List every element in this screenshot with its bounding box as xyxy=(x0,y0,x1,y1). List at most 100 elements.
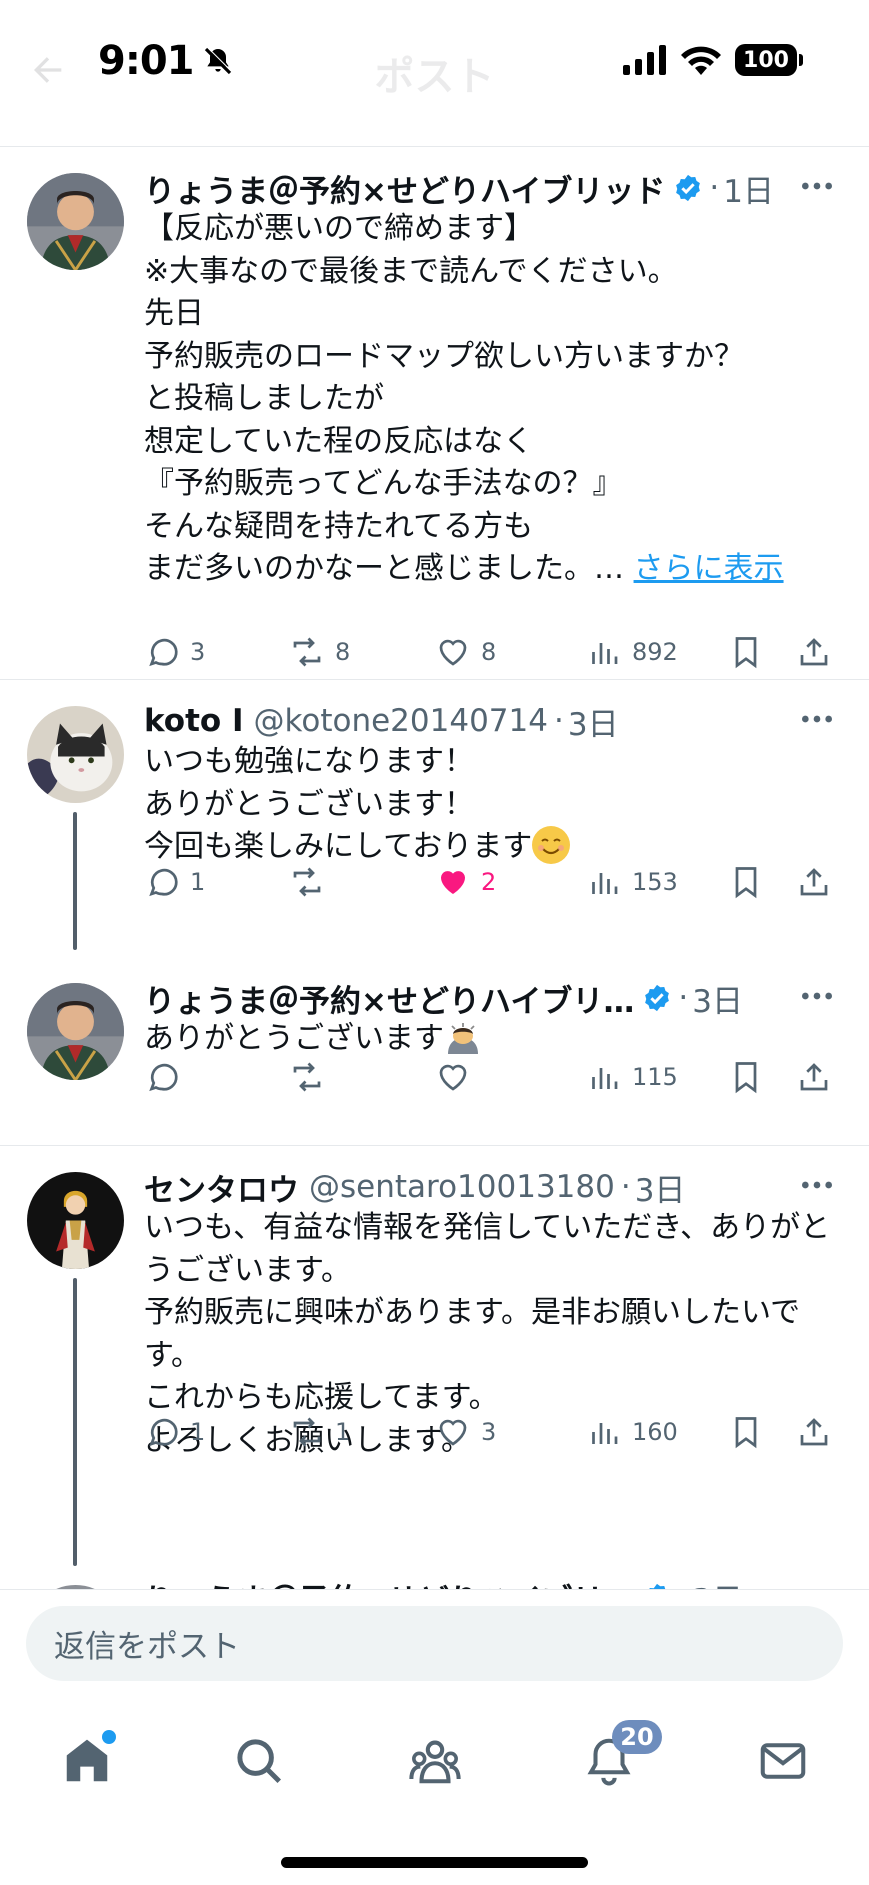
bookmark-button[interactable] xyxy=(728,1053,764,1101)
post-date[interactable]: 3日 xyxy=(568,699,619,744)
post-content: りょうま＠予約×せどりハイブリッド · 1日 【反応が悪いので締めます】 ※大事… xyxy=(144,166,847,591)
reply-button[interactable]: 1 xyxy=(144,1408,205,1456)
bookmark-button[interactable] xyxy=(728,628,764,676)
post-text-body: 【反応が悪いので締めます】 ※大事なので最後まで読んでください。 先日 予約販売… xyxy=(144,211,744,586)
post-date[interactable]: 3日 xyxy=(635,1165,686,1210)
share-button[interactable] xyxy=(796,1053,832,1101)
like-count: 3 xyxy=(481,1418,497,1446)
post-content: りょうま＠予約×せどりハイブリ… · 3日 xyxy=(144,1575,847,1589)
communities-icon xyxy=(409,1740,461,1784)
tab-messages[interactable] xyxy=(748,1726,818,1796)
reply-button[interactable]: 1 xyxy=(144,858,205,906)
author-name[interactable]: koto I xyxy=(144,703,244,739)
like-button[interactable]: 2 xyxy=(435,858,496,906)
post-text-body: いつも勉強になります！ ありがとうございます！ 今回も楽しみにしております xyxy=(144,744,533,864)
reply-button[interactable]: 3 xyxy=(144,628,205,676)
views-button[interactable]: 153 xyxy=(586,858,678,906)
bookmark-icon xyxy=(735,1417,757,1449)
reply-count: 1 xyxy=(190,868,206,896)
repost-button[interactable]: 1 xyxy=(289,1408,350,1456)
reply-count: 3 xyxy=(190,638,206,666)
share-button[interactable] xyxy=(796,1408,832,1456)
reply-count: 1 xyxy=(190,1418,206,1446)
view-count: 153 xyxy=(632,868,678,896)
repost-button[interactable] xyxy=(289,1053,335,1101)
reply-post[interactable]: りょうま＠予約×せどりハイブリ… · 3日 ありがとうございます 115 xyxy=(0,957,869,1127)
views-button[interactable]: 160 xyxy=(586,1408,678,1456)
verified-badge-icon xyxy=(676,174,701,202)
share-button[interactable] xyxy=(796,628,832,676)
status-time-text: 9:01 xyxy=(98,38,194,84)
tab-home[interactable] xyxy=(52,1726,122,1796)
author-name[interactable]: りょうま＠予約×せどりハイブリ… xyxy=(144,976,634,1021)
cellular-signal-icon xyxy=(623,45,666,75)
reply-post[interactable]: koto I @kotone20140714 · 3日 いつも勉強になります！ … xyxy=(0,680,869,950)
status-time: 9:01 xyxy=(98,38,234,84)
repost-icon xyxy=(293,1417,321,1447)
more-options-icon[interactable] xyxy=(797,976,837,1016)
unread-dot xyxy=(102,1730,116,1744)
reply-thread[interactable]: りょうま＠予約×せどりハイブリッド · 1日 【反応が悪いので締めます】 ※大事… xyxy=(0,147,869,1589)
bookmark-button[interactable] xyxy=(728,858,764,906)
post-date[interactable]: 3日 xyxy=(692,976,743,1021)
reply-post-partial[interactable]: りょうま＠予約×せどりハイブリ… · 3日 xyxy=(0,1575,869,1589)
author-name[interactable]: りょうま＠予約×せどりハイブリッド xyxy=(144,166,665,211)
heart-icon xyxy=(439,1419,467,1446)
avatar[interactable] xyxy=(27,983,124,1080)
like-button[interactable]: 8 xyxy=(435,628,496,676)
bowing-person-emoji-icon xyxy=(444,1018,482,1056)
author-handle[interactable]: @kotone20140714 xyxy=(254,703,548,739)
bookmark-button[interactable] xyxy=(728,1408,764,1456)
wifi-icon xyxy=(681,46,721,75)
post-content: koto I @kotone20140714 · 3日 いつも勉強になります！ … xyxy=(144,699,847,869)
more-options-icon[interactable] xyxy=(797,699,837,739)
action-bar: 1 2 153 xyxy=(144,858,844,906)
share-button[interactable] xyxy=(796,858,832,906)
more-options-icon[interactable] xyxy=(797,166,837,206)
post-date[interactable]: 1日 xyxy=(723,166,774,211)
mail-icon xyxy=(760,1743,806,1779)
views-button[interactable]: 115 xyxy=(586,1053,678,1101)
bookmark-icon xyxy=(735,637,757,669)
tab-search[interactable] xyxy=(224,1726,294,1796)
thread-connector-line xyxy=(73,812,77,950)
show-more-link[interactable]: さらに表示 xyxy=(634,551,784,586)
author-name[interactable]: りょうま＠予約×せどりハイブリ… xyxy=(144,1575,634,1590)
avatar[interactable] xyxy=(27,173,124,270)
reply-icon xyxy=(149,1063,178,1092)
post-date[interactable]: 3日 xyxy=(692,1575,743,1590)
reply-icon xyxy=(149,868,178,897)
author-handle[interactable]: @sentaro10013180 xyxy=(309,1169,615,1205)
avatar[interactable] xyxy=(27,1172,124,1269)
avatar[interactable] xyxy=(27,706,124,803)
battery-indicator: 100 xyxy=(735,44,803,76)
post-header: りょうま＠予約×せどりハイブリッド · 1日 xyxy=(144,166,847,210)
tab-communities[interactable] xyxy=(400,1726,470,1796)
views-button[interactable]: 892 xyxy=(586,628,678,676)
tab-notifications[interactable]: 20 xyxy=(574,1720,662,1796)
views-chart-icon xyxy=(592,1068,618,1089)
bottom-tab-bar: 20 xyxy=(0,1690,869,1885)
status-icons: 100 xyxy=(623,44,803,76)
view-count: 115 xyxy=(632,1063,678,1091)
verified-badge-icon xyxy=(649,1583,666,1589)
reply-icon xyxy=(149,638,178,667)
repost-button[interactable] xyxy=(289,858,335,906)
like-button[interactable]: 3 xyxy=(435,1408,496,1456)
repost-icon xyxy=(293,637,321,667)
repost-icon xyxy=(293,867,321,897)
like-count: 2 xyxy=(481,868,497,896)
thread-connector-line xyxy=(73,1278,77,1566)
more-options-icon[interactable] xyxy=(797,1165,837,1205)
like-button[interactable] xyxy=(435,1053,481,1101)
post-header: りょうま＠予約×せどりハイブリ… · 3日 xyxy=(144,1575,847,1589)
repost-count: 1 xyxy=(335,1418,351,1446)
main-post[interactable]: りょうま＠予約×せどりハイブリッド · 1日 【反応が悪いので締めます】 ※大事… xyxy=(0,147,869,679)
reply-post[interactable]: センタロウ @sentaro10013180 · 3日 いつも、有益な情報を発信… xyxy=(0,1146,869,1566)
repost-count: 8 xyxy=(335,638,351,666)
repost-button[interactable]: 8 xyxy=(289,628,350,676)
view-count: 892 xyxy=(632,638,678,666)
reply-button[interactable] xyxy=(144,1053,190,1101)
author-name[interactable]: センタロウ xyxy=(144,1165,299,1210)
reply-input[interactable]: 返信をポスト xyxy=(26,1606,843,1681)
